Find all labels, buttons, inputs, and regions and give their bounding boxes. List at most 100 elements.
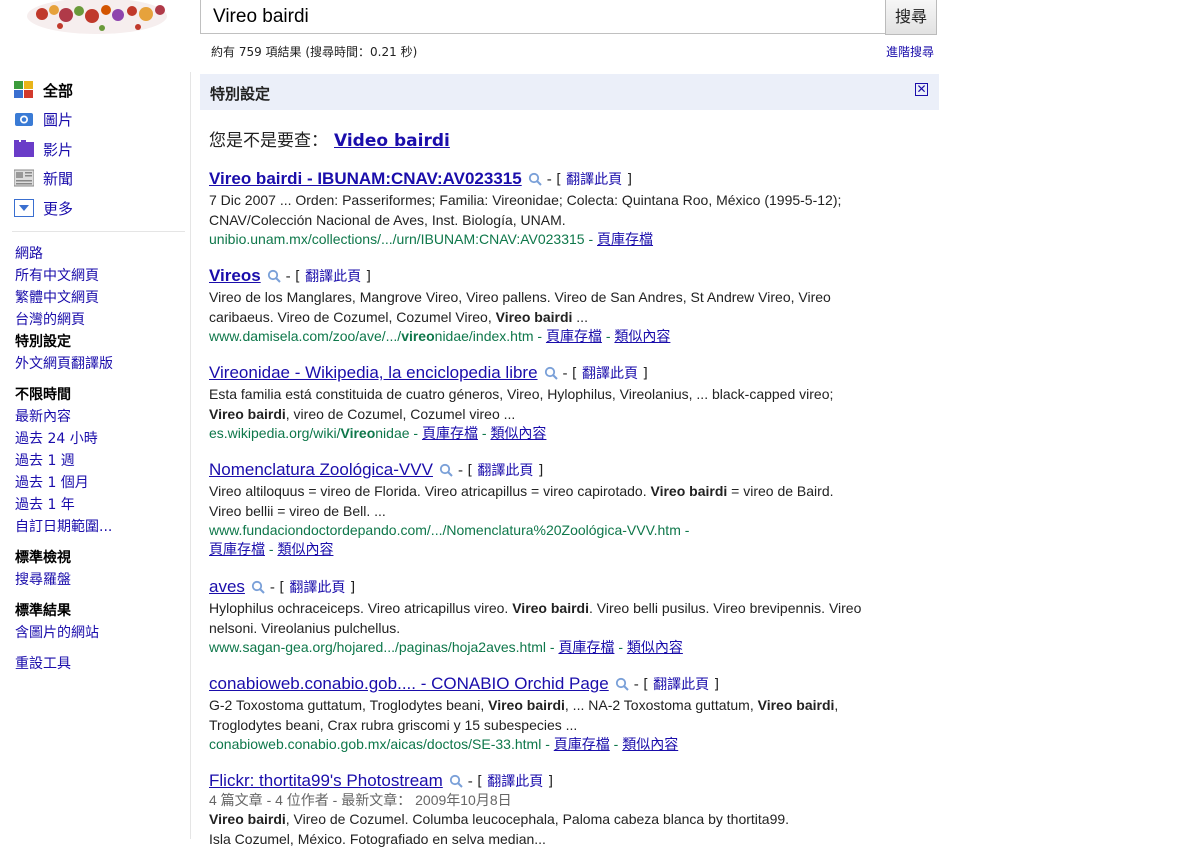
result-title-link[interactable]: Flickr: thortita99's Photostream <box>209 771 443 791</box>
cache-link[interactable]: 頁庫存檔 <box>597 231 653 247</box>
time-week[interactable]: 過去 1 週 <box>15 450 75 470</box>
translate-link[interactable]: 翻譯此頁 <box>305 269 361 285</box>
view-standard: 標準檢視 <box>15 550 71 566</box>
magnifier-icon[interactable] <box>449 774 463 788</box>
search-button[interactable]: 搜尋 <box>885 0 937 35</box>
result-url: www.damisela.com/zoo/ave/.../vireonidae/… <box>209 328 671 344</box>
snip-a: Hylophilus ochraceiceps. Vireo atricapil… <box>209 600 513 616</box>
translate-link[interactable]: 翻譯此頁 <box>487 774 543 790</box>
cache-link[interactable]: 頁庫存檔 <box>209 541 265 557</box>
translate: - [ 翻譯此頁 ] <box>467 774 554 790</box>
nav-divider <box>12 231 185 232</box>
similar-link[interactable]: 類似內容 <box>622 736 678 752</box>
result-url: www.fundaciondoctordepando.com/.../Nomen… <box>209 522 690 557</box>
time-24h[interactable]: 過去 24 小時 <box>15 428 98 448</box>
special-settings-bar: 特別設定 ✕ <box>200 74 939 110</box>
time-latest[interactable]: 最新內容 <box>15 406 71 426</box>
url-b: Vireo <box>340 425 376 441</box>
chevron-down-icon <box>14 199 34 217</box>
nav-more[interactable]: 更多 <box>14 197 73 219</box>
scope-traditional-chinese[interactable]: 繁體中文網頁 <box>15 287 99 307</box>
scope-web[interactable]: 網路 <box>15 243 43 263</box>
advanced-search-link[interactable]: 進階搜尋 <box>886 43 934 60</box>
reset-tools[interactable]: 重設工具 <box>15 653 71 673</box>
search-box[interactable] <box>200 0 886 34</box>
result-url: es.wikipedia.org/wiki/Vireonidae - 頁庫存檔 … <box>209 425 547 441</box>
similar-link[interactable]: 類似內容 <box>490 425 546 441</box>
time-month[interactable]: 過去 1 個月 <box>15 472 89 492</box>
magnifier-icon[interactable] <box>528 172 542 186</box>
nav-videos[interactable]: 影片 <box>14 138 73 160</box>
result-stats: 約有 759 項結果 (搜尋時間：0.21 秒) <box>211 45 418 59</box>
similar-link[interactable]: 類似內容 <box>627 639 683 655</box>
translate-link[interactable]: 翻譯此頁 <box>653 677 709 693</box>
result-title-link[interactable]: Nomenclatura Zoológica-VVV <box>209 460 433 480</box>
results-with-images[interactable]: 含圖片的網站 <box>15 622 99 642</box>
snip-d: Vireo bairdi <box>757 697 835 713</box>
dym-b: Video <box>334 131 389 151</box>
result-meta: 4 篇文章 - 4 位作者 - 最新文章： 2009年10月8日 <box>209 792 512 808</box>
scope-translated[interactable]: 外文網頁翻譯版 <box>15 353 113 373</box>
nav-all-label: 全部 <box>43 81 74 100</box>
translate: - [ 翻譯此頁 ] <box>546 172 633 188</box>
google-logo[interactable] <box>22 0 172 38</box>
cache-link[interactable]: 頁庫存檔 <box>422 425 478 441</box>
result-url: conabioweb.conabio.gob.mx/aicas/doctos/S… <box>209 736 679 752</box>
similar-link[interactable]: 類似內容 <box>277 541 333 557</box>
result-title-link[interactable]: Vireos <box>209 266 261 286</box>
nav-news[interactable]: 新聞 <box>14 167 73 189</box>
cache-link[interactable]: 頁庫存檔 <box>554 736 610 752</box>
url-c: nidae <box>375 425 410 441</box>
url-a: es.wikipedia.org/wiki/ <box>209 425 341 441</box>
translate-link[interactable]: 翻譯此頁 <box>477 463 533 479</box>
result-title-link[interactable]: conabioweb.conabio.gob.... - CONABIO Orc… <box>209 674 609 694</box>
result-snippet: Hylophilus ochraceiceps. Vireo atricapil… <box>209 599 869 638</box>
result-title-link[interactable]: aves <box>209 577 245 597</box>
result-title-link[interactable]: Vireonidae - Wikipedia, la enciclopedia … <box>209 363 538 383</box>
translate-link[interactable]: 翻譯此頁 <box>566 172 622 188</box>
close-icon[interactable]: ✕ <box>915 83 928 96</box>
search-input[interactable] <box>211 5 875 29</box>
translate-link[interactable]: 翻譯此頁 <box>582 366 638 382</box>
search-result: aves - [ 翻譯此頁 ] Hylophilus ochraceiceps.… <box>209 577 869 657</box>
magnifier-icon[interactable] <box>267 269 281 283</box>
translate: - [ 翻譯此頁 ] <box>457 463 544 479</box>
did-you-mean: 您是不是要查： Video bairdi <box>209 126 450 151</box>
result-snippet: Esta familia está constituida de cuatro … <box>209 385 869 424</box>
all-icon <box>14 81 33 98</box>
translate: - [ 翻譯此頁 ] <box>269 580 356 596</box>
scope-special: 特別設定 <box>15 334 71 350</box>
cache-link[interactable]: 頁庫存檔 <box>546 328 602 344</box>
time-custom[interactable]: 自訂日期範圍... <box>15 516 112 536</box>
translate: - [ 翻譯此頁 ] <box>285 269 372 285</box>
magnifier-icon[interactable] <box>544 366 558 380</box>
magnifier-icon[interactable] <box>439 463 453 477</box>
similar-link[interactable]: 類似內容 <box>614 328 670 344</box>
nav-more-label: 更多 <box>43 199 74 218</box>
snip-b: Vireo bairdi <box>512 600 589 616</box>
scope-all-chinese[interactable]: 所有中文網頁 <box>15 265 99 285</box>
dym-rest: bairdi <box>394 131 450 151</box>
cache-link[interactable]: 頁庫存檔 <box>558 639 614 655</box>
search-result: Vireo bairdi - IBUNAM:CNAV:AV023315 - [ … <box>209 169 869 249</box>
snip-c: ... <box>572 308 588 325</box>
scope-taiwan[interactable]: 台灣的網頁 <box>15 309 85 329</box>
translate-link[interactable]: 翻譯此頁 <box>289 580 345 596</box>
snip-c: , vireo de Cozumel, Cozumel vireo ... <box>285 405 516 422</box>
search-result: Flickr: thortita99's Photostream - [ 翻譯此… <box>209 771 869 849</box>
did-you-mean-link[interactable]: Video bairdi <box>334 131 450 151</box>
search-result: Vireos - [ 翻譯此頁 ] Vireo de los Manglares… <box>209 266 869 346</box>
nav-all[interactable]: 全部 <box>14 79 73 101</box>
result-url-text: www.fundaciondoctordepando.com/.../Nomen… <box>209 522 681 538</box>
nav-images[interactable]: 圖片 <box>14 108 73 130</box>
translate: - [ 翻譯此頁 ] <box>633 677 720 693</box>
view-wonder-wheel[interactable]: 搜尋羅盤 <box>15 569 71 589</box>
magnifier-icon[interactable] <box>615 677 629 691</box>
magnifier-icon[interactable] <box>251 580 265 594</box>
result-url-text: conabioweb.conabio.gob.mx/aicas/doctos/S… <box>209 736 542 752</box>
result-snippet: Vireo de los Manglares, Mangrove Vireo, … <box>209 288 869 327</box>
time-year[interactable]: 過去 1 年 <box>15 494 75 514</box>
result-title-link[interactable]: Vireo bairdi - IBUNAM:CNAV:AV023315 <box>209 169 522 189</box>
search-result: Nomenclatura Zoológica-VVV - [ 翻譯此頁 ] Vi… <box>209 460 869 559</box>
snip-c: , Vireo de Cozumel. Columba leucocephala… <box>285 811 790 827</box>
